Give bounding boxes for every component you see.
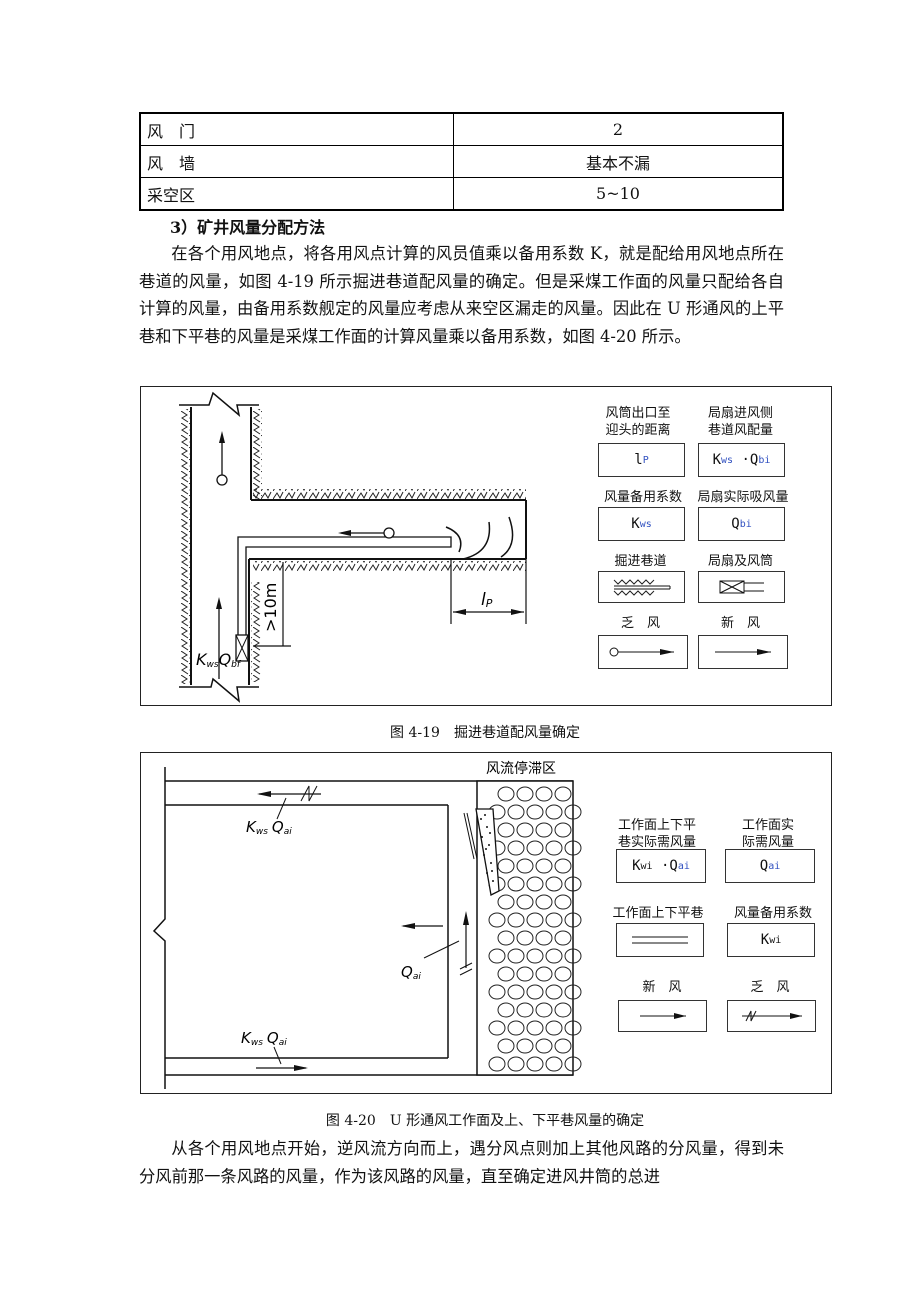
stagnant-dot	[491, 870, 493, 872]
legend-label: 风量备用系数	[603, 490, 682, 505]
stagnant-dot	[489, 832, 491, 834]
rock-hatch-right-lower	[251, 582, 261, 682]
legend-symbol-fresh-air	[698, 635, 788, 669]
legend-symbol-return-air	[727, 1000, 816, 1032]
arrow-up-icon	[219, 431, 225, 443]
return-air-symbol	[383, 527, 395, 539]
stagnant-dot	[488, 844, 490, 846]
jet-arrow	[500, 516, 514, 558]
legend-symbol-kws-qbi: Kws ·Q bi	[698, 443, 785, 477]
return-air-arrow-icon	[609, 647, 674, 657]
figure-4-19: >10m lP KwsQbf 风筒出口至 迎头的距离 局扇进风侧 巷道风配量 l…	[140, 386, 832, 706]
legend-symbol-qai: Qai	[725, 849, 815, 883]
stagnant-dot	[485, 848, 487, 850]
stagnant-dot	[480, 818, 482, 820]
double-line-icon	[632, 936, 688, 944]
paragraph: 从各个用风地点开始，逆风流方向而上，遇分风点则加上其他风路的分风量，得到未分风前…	[139, 1135, 784, 1190]
legend-label: 局扇进风侧 巷道风配量	[707, 406, 773, 438]
legend-label: 局扇及风筒	[707, 554, 773, 569]
fresh-air-arrow-icon	[715, 649, 771, 655]
stagnant-dot	[486, 826, 488, 828]
table-cell-value: 基本不漏	[453, 145, 784, 178]
jet-arrow	[462, 521, 491, 560]
figure-caption: 图 4-19 掘进巷道配风量确定	[390, 725, 580, 741]
legend-label: 工作面上下平巷	[612, 906, 704, 921]
legend-symbol-fan-duct	[698, 571, 785, 603]
legend-symbol-tunnel	[598, 571, 685, 603]
rock-hatch-heading-top	[253, 489, 526, 499]
rock-hatch-heading-bottom	[253, 561, 526, 571]
distance-label: >10m	[261, 583, 280, 632]
rock-hatch-right-upper	[252, 409, 262, 499]
bottom-roadway-formula: Kws Qai	[241, 1029, 287, 1048]
figure-caption: 图 4-20 U 形通风工作面及上、下平巷风量的确定	[325, 1113, 645, 1129]
legend-symbol-kws: Kws	[598, 507, 685, 541]
stagnant-zone-label: 风流停滞区	[486, 760, 556, 777]
legend-label: 工作面实 际需风量	[741, 818, 794, 850]
top-roadway-formula: Kws Qai	[246, 818, 292, 837]
legend-symbol-return-air	[598, 635, 688, 669]
tunnel-icon	[613, 579, 670, 596]
return-air-symbol	[216, 474, 228, 486]
legend-label: 掘进巷道	[614, 554, 667, 569]
legend-symbol-kwi-qai: Kwi ·Q ai	[616, 849, 706, 883]
kws-qbf-label: KwsQbf	[196, 650, 242, 670]
table-row: 采空区 5~10	[139, 177, 784, 211]
stagnant-dot	[492, 880, 494, 882]
stagnant-dot	[484, 814, 486, 816]
table-cell-value: 5~10	[453, 177, 784, 211]
paragraph: 在各个用风地点，将各用风点计算的风员值乘以备用系数 K，就是配给用风地点所在巷道…	[139, 240, 784, 350]
arrow-right-icon	[294, 1065, 308, 1071]
legend-label: 新 风	[720, 616, 760, 631]
table-cell-value: 2	[453, 112, 784, 146]
legend-label: 乏 风	[750, 980, 790, 995]
legend-symbol-fresh-air	[618, 1000, 707, 1032]
face-airflow-label: Qai	[401, 963, 421, 982]
arrow-left-icon	[338, 530, 351, 536]
arrow-left-icon	[257, 791, 271, 797]
fresh-air-arrow-icon	[639, 1013, 686, 1019]
legend-label: 风筒出口至 迎头的距离	[605, 406, 671, 438]
return-air-arrow-icon	[741, 1010, 802, 1022]
legend-symbol-kwi: Kwi	[727, 923, 815, 957]
legend-symbol-qbi: Qbi	[698, 507, 785, 541]
table-cell-item: 风 墙	[139, 145, 454, 178]
jet-arrow	[445, 526, 462, 553]
table-cell-item: 风 门	[139, 112, 454, 146]
legend-label: 乏 风	[620, 616, 660, 631]
boundary-break-line	[152, 767, 166, 1089]
legend-label: 工作面上下平 巷实际需风量	[617, 818, 696, 850]
legend-label: 局扇实际吸风量	[697, 490, 789, 505]
figure-4-20: 风流停滞区 Kws Qai Qai Kws Qai 工作面上下平 巷实际需风量 工作…	[140, 752, 832, 1094]
legend-label: 风量备用系数	[733, 906, 812, 921]
stagnant-dot	[481, 836, 483, 838]
arrow-up-icon	[463, 911, 469, 925]
legend-symbol-lp: lP	[598, 443, 685, 477]
fan-duct-icon	[719, 580, 764, 594]
leakage-coefficient-table: 风 门 2 风 墙 基本不漏 采空区 5~10	[139, 112, 784, 211]
legend-label: 新 风	[642, 980, 682, 995]
paragraph-text: 在各个用风地点，将各用风点计算的风员值乘以备用系数 K，就是配给用风地点所在巷道…	[139, 244, 784, 346]
rock-hatch-left	[181, 409, 191, 684]
table-cell-item: 采空区	[139, 177, 454, 211]
table-row: 风 门 2	[139, 112, 784, 146]
stagnant-dot	[490, 862, 492, 864]
stagnant-dot	[483, 854, 485, 856]
table-row: 风 墙 基本不漏	[139, 145, 784, 178]
paragraph-text: 从各个用风地点开始，逆风流方向而上，遇分风点则加上其他风路的分风量，得到未分风前…	[139, 1139, 784, 1186]
legend-symbol-roadway	[616, 923, 704, 957]
lp-label: lP	[481, 590, 493, 610]
stagnant-dot	[486, 872, 488, 874]
section-heading: 3）矿井风量分配方法	[170, 218, 326, 237]
arrow-up-icon	[216, 597, 222, 609]
arrow-left-icon	[401, 923, 415, 929]
